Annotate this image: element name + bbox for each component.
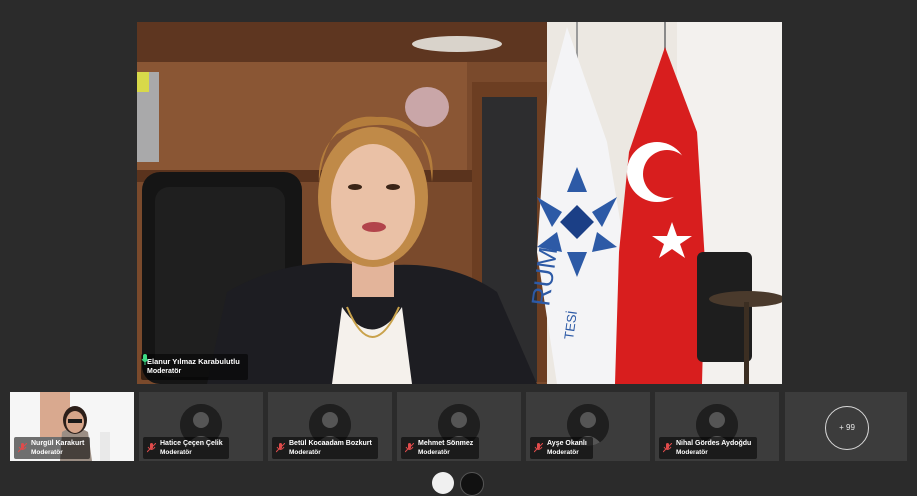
speaker-role: Moderatör <box>147 368 182 375</box>
main-speaker-video[interactable]: RUM TESİ Elanur Yılmaz Karabulutlu Moder… <box>137 22 782 384</box>
participant-tile-1[interactable]: Nurgül Karakurt Moderatör <box>10 392 134 461</box>
speaker-video-frame: RUM TESİ <box>137 22 782 384</box>
participant-tile-4[interactable]: Mehmet Sönmez Moderatör <box>397 392 521 461</box>
participant-name: Nurgül Karakurt <box>31 440 85 447</box>
mic-off-icon <box>18 443 27 453</box>
participant-name: Mehmet Sönmez <box>418 440 474 447</box>
participant-role: Moderatör <box>676 449 708 456</box>
speaker-name-tag: Elanur Yılmaz Karabulutlu Moderatör <box>141 354 248 380</box>
mic-off-icon <box>534 443 543 453</box>
control-button[interactable] <box>432 472 454 494</box>
participant-role: Moderatör <box>418 449 450 456</box>
participant-name-tag: Ayşe Okanlı Moderatör <box>530 437 593 459</box>
participant-name: Betül Kocaadam Bozkurt <box>289 440 372 447</box>
participant-name-tag: Nihal Gördes Aydoğdu Moderatör <box>659 437 758 459</box>
meeting-window: RUM TESİ Elanur Yılmaz Karabulutlu Moder… <box>0 0 917 496</box>
participant-role: Moderatör <box>547 449 579 456</box>
speaker-name: Elanur Yılmaz Karabulutlu <box>147 357 240 366</box>
participant-name: Nihal Gördes Aydoğdu <box>676 440 752 447</box>
mic-off-icon <box>405 443 414 453</box>
mic-on-icon <box>141 354 149 365</box>
participant-tile-5[interactable]: Ayşe Okanlı Moderatör <box>526 392 650 461</box>
participant-tile-3[interactable]: Betül Kocaadam Bozkurt Moderatör <box>268 392 392 461</box>
participant-name-tag: Mehmet Sönmez Moderatör <box>401 437 480 459</box>
participant-tile-6[interactable]: Nihal Gördes Aydoğdu Moderatör <box>655 392 779 461</box>
participant-role: Moderatör <box>289 449 321 456</box>
more-participants-tile[interactable]: + 99 <box>785 392 907 461</box>
participant-name: Hatice Çeçen Çelik <box>160 440 223 447</box>
participant-name-tag: Betül Kocaadam Bozkurt Moderatör <box>272 437 378 459</box>
mic-off-icon <box>276 443 285 453</box>
participant-name: Ayşe Okanlı <box>547 440 587 447</box>
participant-role: Moderatör <box>31 449 63 456</box>
participant-role: Moderatör <box>160 449 192 456</box>
participant-name-tag: Hatice Çeçen Çelik Moderatör <box>143 437 229 459</box>
control-button[interactable] <box>460 472 484 496</box>
more-participants-count[interactable]: + 99 <box>825 405 869 450</box>
mic-off-icon <box>663 443 672 453</box>
participant-tile-2[interactable]: Hatice Çeçen Çelik Moderatör <box>139 392 263 461</box>
participant-name-tag: Nurgül Karakurt Moderatör <box>14 437 91 459</box>
mic-off-icon <box>147 443 156 453</box>
